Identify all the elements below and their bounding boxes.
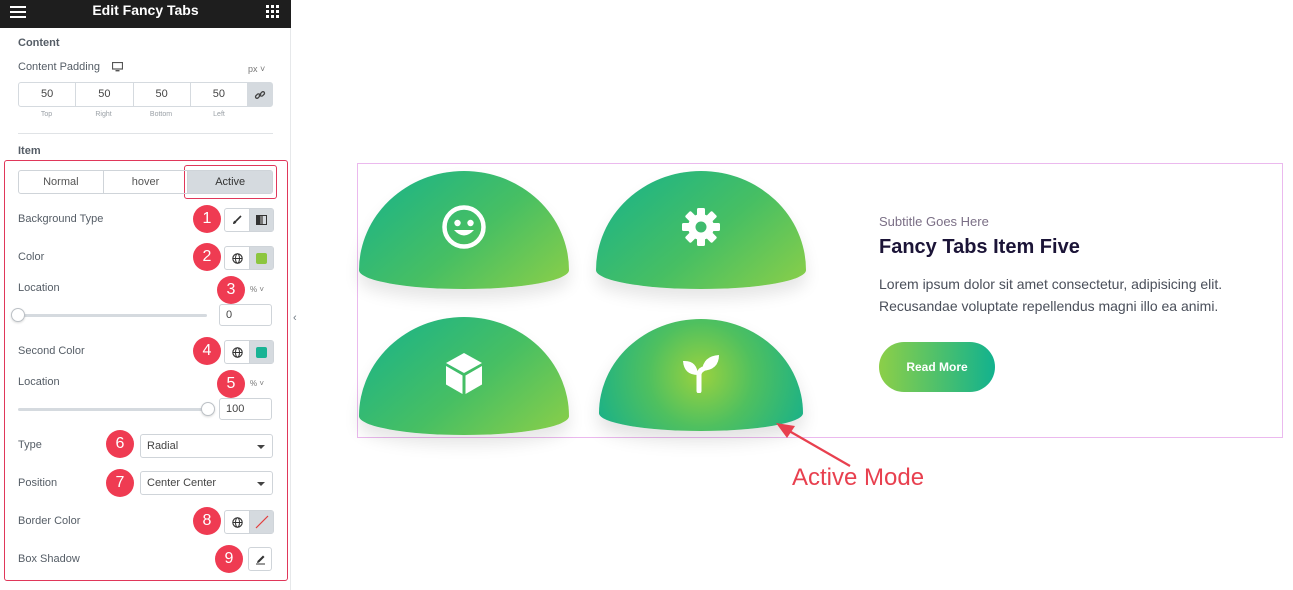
type-select[interactable]: Radial [140,434,273,458]
second-location-slider-track[interactable] [18,408,207,411]
box-shadow-label: Box Shadow [18,553,80,565]
editor-panel: Edit Fancy Tabs Content Content Padding … [0,0,291,590]
type-label: Type [18,439,42,451]
second-location-unit-select[interactable]: % ˅ [250,379,264,388]
no-color-icon [254,515,269,529]
padding-bottom-caption: Bottom [149,111,173,118]
read-more-button[interactable]: Read More [879,342,995,392]
second-location-slider-thumb[interactable] [201,402,215,416]
badge-5: 5 [217,370,245,398]
pencil-icon [255,555,265,564]
second-color-swatch [256,346,267,358]
badge-2: 2 [193,243,221,271]
padding-left-caption: Left [213,111,225,118]
global-colors-icon[interactable] [225,247,249,269]
content-padding-inputs: 50 50 50 50 [18,82,273,107]
active-mode-annotation: Active Mode [792,464,925,491]
link-values-icon[interactable] [248,83,272,106]
position-select[interactable]: Center Center [140,471,273,495]
tab-hover[interactable]: hover [104,171,189,193]
panel-header: Edit Fancy Tabs [0,0,291,28]
global-colors-icon[interactable] [225,511,249,533]
widgets-grid-icon[interactable] [266,5,279,18]
collapse-panel-icon[interactable]: ‹ [293,312,303,328]
color-swatch [256,252,267,264]
second-location-input[interactable]: 100 [219,398,272,420]
tab-subtitle: Subtitle Goes Here [879,214,989,229]
second-location-label: Location [18,376,60,388]
item-section-title: Item [18,145,41,157]
cube-icon [446,353,482,394]
badge-1: 1 [193,205,221,233]
annotation-arrow-icon [776,423,851,467]
badge-6: 6 [106,430,134,458]
padding-right-caption: Right [95,111,112,118]
global-colors-icon[interactable] [225,341,249,363]
badge-9: 9 [215,545,243,573]
section-divider [18,133,273,134]
color-picker[interactable] [249,247,273,269]
border-color-control [224,510,274,534]
content-padding-label: Content Padding [18,61,100,73]
border-color-picker[interactable] [249,511,273,533]
border-color-label: Border Color [18,515,81,527]
location-slider-track[interactable] [18,314,207,317]
gear-icon [682,208,720,246]
location-unit-select[interactable]: % ˅ [250,285,264,294]
sprout-icon [683,355,719,393]
color-control [224,246,274,270]
state-tabs: Normal hover Active [18,170,273,194]
content-section-title: Content [18,37,60,49]
second-color-picker[interactable] [249,341,273,363]
classic-brush-icon[interactable] [225,209,249,231]
badge-8: 8 [193,507,221,535]
color-label: Color [18,251,45,263]
tab-description: Lorem ipsum dolor sit amet consectetur, … [879,276,1223,314]
box-shadow-edit-button[interactable] [248,547,272,571]
padding-right-input[interactable]: 50 [76,83,134,106]
padding-top-input[interactable]: 50 [19,83,77,106]
panel-title: Edit Fancy Tabs [92,2,199,18]
padding-bottom-input[interactable]: 50 [134,83,191,106]
badge-7: 7 [106,469,134,497]
badge-3: 3 [217,276,245,304]
tab-active[interactable]: Active [188,171,273,193]
desktop-device-icon[interactable] [112,62,123,72]
second-color-control [224,340,274,364]
position-label: Position [18,477,58,489]
badge-4: 4 [193,337,221,365]
location-slider-thumb[interactable] [11,308,25,322]
gradient-icon[interactable] [249,209,273,231]
smile-icon [442,205,486,249]
padding-unit-select[interactable]: px ˅ [248,64,265,74]
tab-normal[interactable]: Normal [19,171,104,193]
location-input[interactable]: 0 [219,304,272,326]
padding-top-caption: Top [40,111,53,118]
location-label: Location [18,282,60,294]
background-type-toggle [224,208,274,232]
tab-heading: Fancy Tabs Item Five [879,236,1080,258]
padding-left-input[interactable]: 50 [191,83,248,106]
second-color-label: Second Color [18,345,85,357]
background-type-label: Background Type [18,213,104,225]
